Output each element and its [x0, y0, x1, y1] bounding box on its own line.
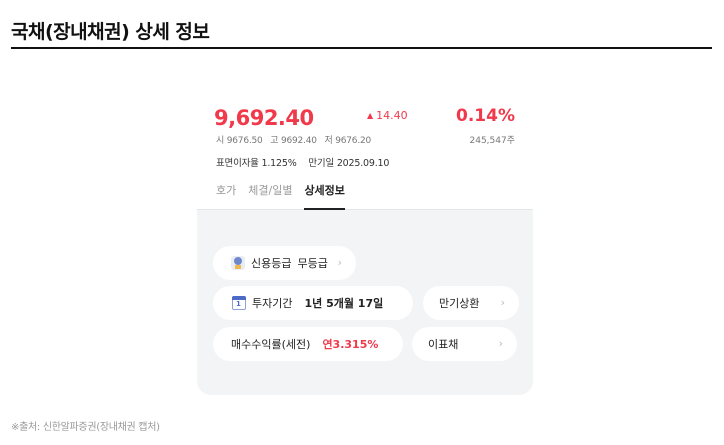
tab-bar: 호가 체결/일별 상세정보	[216, 184, 357, 210]
bond-detail-card: 9,692.40 ▲ 14.40 0.14% 시 9676.50 고 9692.4…	[197, 98, 533, 395]
purchase-yield-button[interactable]: 매수수익률(세전) 연3.315%	[213, 327, 403, 361]
current-price: 9,692.40	[214, 106, 314, 130]
ohl-prices: 시 9676.50 고 9692.40 저 9676.20	[216, 133, 376, 146]
calendar-icon: 1	[232, 296, 246, 310]
purchase-yield-label: 매수수익률(세전)	[231, 338, 311, 351]
investment-period-button[interactable]: 1 투자기간 1년 5개월 17일	[213, 286, 413, 320]
maturity-repayment-label: 만기상환	[439, 297, 480, 310]
coupon-rate: 표면이자율 1.125%	[216, 158, 297, 169]
maturity-date: 만기일 2025.09.10	[308, 158, 390, 169]
tab-details[interactable]: 상세정보	[304, 184, 345, 210]
coupon-bond-label: 이표채	[428, 338, 459, 351]
low-price: 저 9676.20	[324, 136, 372, 146]
trade-volume: 245,547주	[469, 136, 516, 146]
title-divider	[11, 47, 712, 49]
bond-terms: 표면이자율 1.125% 만기일 2025.09.10	[216, 155, 398, 169]
price-change: ▲ 14.40	[367, 109, 408, 122]
up-arrow-icon: ▲	[367, 111, 374, 120]
chevron-right-icon: ›	[337, 256, 342, 269]
coupon-bond-button[interactable]: 이표채 ›	[412, 327, 517, 361]
page-title: 국채(장내채권) 상세 정보	[11, 21, 210, 43]
maturity-repayment-button[interactable]: 만기상환 ›	[423, 286, 519, 320]
tab-trades-daily[interactable]: 체결/일별	[248, 184, 292, 210]
medal-icon	[231, 256, 245, 270]
investment-period-value: 1년 5개월 17일	[304, 297, 384, 310]
open-price: 시 9676.50	[216, 136, 263, 146]
calendar-icon-digit: 1	[236, 300, 241, 308]
chevron-right-icon: ›	[498, 337, 503, 350]
credit-rating-button[interactable]: 신용등급 무등급 ›	[213, 246, 356, 280]
price-change-value: 14.40	[376, 109, 408, 122]
tab-order-book[interactable]: 호가	[216, 184, 236, 210]
investment-period-label: 투자기간	[252, 297, 293, 310]
purchase-yield-value: 연3.315%	[322, 338, 379, 351]
chevron-right-icon: ›	[500, 296, 505, 309]
source-caption: ※출처: 신한알파증권(장내채권 캡처)	[11, 422, 160, 433]
quote-header: 9,692.40 ▲ 14.40 0.14% 시 9676.50 고 9692.4…	[197, 98, 533, 210]
high-price: 고 9692.40	[270, 136, 317, 146]
credit-rating-value: 무등급	[297, 257, 328, 270]
credit-rating-label: 신용등급	[251, 257, 292, 270]
change-rate: 0.14%	[456, 106, 515, 126]
